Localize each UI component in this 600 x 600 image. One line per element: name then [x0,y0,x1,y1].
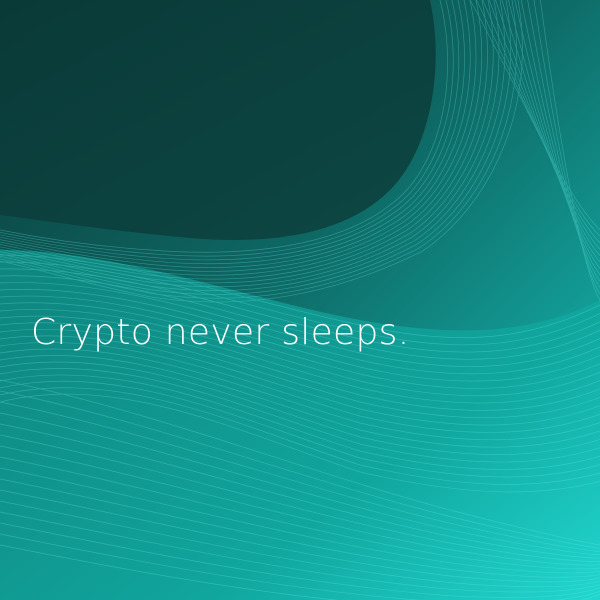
wave-background [0,0,600,600]
poster-canvas: Crypto never sleeps. [0,0,600,600]
headline-text: Crypto never sleeps. [31,312,410,353]
dark-top-shape [0,0,436,241]
